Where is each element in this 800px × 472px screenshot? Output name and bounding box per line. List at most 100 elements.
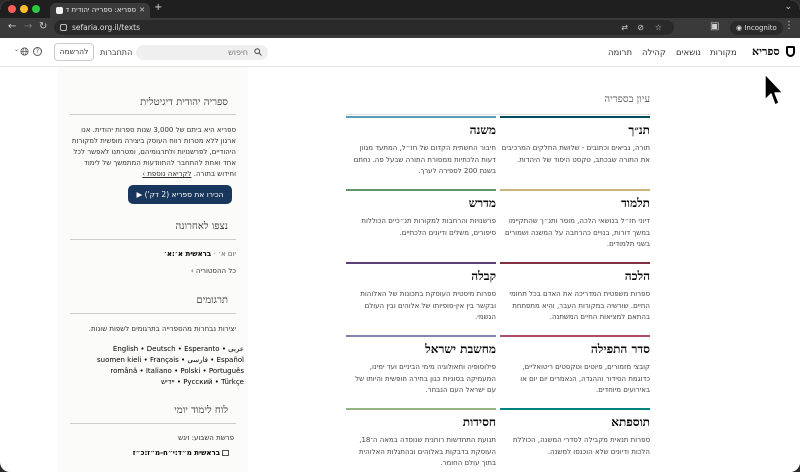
nav-item-topics[interactable]: נושאים: [676, 48, 701, 58]
help-icon[interactable]: ?: [33, 47, 42, 56]
category-card[interactable]: משנה חיבור התשתית הקדום של חז״ל, המתעד מג…: [346, 116, 496, 188]
category-card[interactable]: תנ״ך תורה, נביאים וכתובים - שלושת החלקים …: [500, 116, 650, 188]
search-placeholder: חיפוש: [228, 48, 248, 57]
bookmark-star-icon[interactable]: ☆: [655, 20, 662, 35]
parsha-label: פרשת השבוע: ויגש: [178, 434, 234, 442]
eye-off-icon[interactable]: ⊘: [637, 20, 644, 35]
category-title[interactable]: סדר התפילה: [591, 342, 650, 357]
category-title[interactable]: הלכה: [625, 269, 650, 284]
sefaria-favicon-icon: [56, 7, 63, 14]
language-links-row-1[interactable]: عربى • English • Deutsch • Esperanto: [70, 344, 244, 355]
login-link[interactable]: התחברות: [100, 48, 132, 57]
search-input[interactable]: חיפוש: [136, 45, 268, 60]
minimize-window-icon[interactable]: [20, 5, 28, 13]
tab-strip: ספריא: ספרייה יהודית דיגיטלית ✕ + ⌄: [0, 0, 800, 18]
forward-arrow-icon[interactable]: →: [24, 21, 32, 32]
browse-title: עיון בספריה: [604, 94, 650, 105]
recent-item-ref: בראשית א׳:א׳: [163, 250, 212, 258]
url-text: sefaria.org.il/texts: [72, 23, 140, 32]
divider: [70, 239, 236, 240]
category-description: תורה, נביאים וכתובים - שלושת החלקים המרכ…: [501, 144, 650, 164]
reload-icon[interactable]: ↻: [39, 21, 47, 32]
tab-search-chevron-icon[interactable]: ⌄: [784, 2, 792, 12]
recent-item-time: יום א׳ ·: [213, 250, 236, 258]
translate-icon[interactable]: ⇄: [621, 20, 628, 35]
category-card[interactable]: מחשבת ישראל פילוסופיה ותאולוגיה מימי הבינ…: [346, 335, 496, 407]
intro-video-button[interactable]: ▶ הכירו את ספריא (2 דק'): [128, 185, 232, 204]
history-link[interactable]: כל ההסטוריה ›: [70, 266, 236, 277]
category-color-bar: [346, 262, 496, 264]
tab-title: ספריא: ספרייה יהודית דיגיטלית: [66, 6, 136, 14]
category-title[interactable]: חסידות: [463, 415, 496, 430]
language-links-row-4[interactable]: Русский • Türkçe • יידיש: [70, 377, 244, 388]
category-description: ספרות משפטית המדריכה את האדם בכל תחומי ה…: [509, 290, 650, 321]
sidebar: ספריה יהודית דיגיטלית ספריא היא ביתם של …: [58, 67, 248, 472]
divider: [70, 114, 236, 115]
side-panel-icon[interactable]: ▣: [710, 21, 719, 32]
new-tab-button[interactable]: +: [154, 2, 162, 13]
category-title[interactable]: משנה: [470, 123, 496, 138]
browser-menu-icon[interactable]: ⋮: [784, 20, 794, 31]
category-title[interactable]: תנ״ך: [628, 123, 650, 138]
language-chevron-icon[interactable]: ⌄: [14, 46, 19, 53]
category-title[interactable]: תוספתא: [611, 415, 650, 430]
zoom-window-icon[interactable]: [32, 5, 40, 13]
logo-text: ספריא: [752, 45, 780, 58]
logo-mark-icon: [786, 46, 795, 57]
daily-learning-title: לוח לימוד יומי: [174, 405, 228, 416]
language-links-row-2[interactable]: Español • فارسی • suomen kieli • Françai…: [70, 355, 244, 366]
category-title[interactable]: תלמוד: [621, 196, 650, 211]
book-icon: [222, 450, 229, 456]
category-color-bar: [346, 408, 496, 410]
category-color-bar: [500, 262, 650, 264]
category-title[interactable]: קבלה: [471, 269, 496, 284]
nav-item-texts[interactable]: מקורות: [710, 48, 737, 58]
category-color-bar: [346, 189, 496, 191]
signup-button[interactable]: להרשמה: [54, 43, 94, 61]
divider: [70, 423, 236, 424]
category-card[interactable]: מדרש פרשנויות והרחבות למקורות תנ״כיים הכו…: [346, 189, 496, 261]
divider: [346, 114, 650, 115]
nav-item-donate[interactable]: תרומה: [608, 48, 632, 58]
divider: [70, 313, 236, 314]
category-card[interactable]: תוספתא ספרות תנאית מקבילה לסדרי המשנה, הכ…: [500, 408, 650, 472]
language-links-row-3[interactable]: română • Italiano • Polski • Português: [70, 366, 244, 377]
browser-window: ספריא: ספרייה יהודית דיגיטלית ✕ + ⌄ ← → …: [0, 0, 800, 472]
category-card[interactable]: חסידות תנועת התחדשות רוחנית שנוסדה במאה ה…: [346, 408, 496, 472]
globe-icon[interactable]: [20, 47, 29, 56]
category-color-bar: [500, 116, 650, 118]
category-description: דיוני חז״ל בנושאי הלכה, מוסר ותנ״ך שהתקי…: [505, 217, 650, 248]
url-bar[interactable]: sefaria.org.il/texts ⇄ ⊘ ☆: [54, 20, 674, 35]
category-title[interactable]: מחשבת ישראל: [425, 342, 496, 357]
category-color-bar: [346, 116, 496, 118]
site-header: ספריא מקורות נושאים קהילה תרומה חיפוש הת…: [0, 38, 800, 67]
close-tab-icon[interactable]: ✕: [139, 3, 145, 18]
site-info-icon[interactable]: [60, 24, 67, 31]
category-card[interactable]: תלמוד דיוני חז״ל בנושאי הלכה, מוסר ותנ״ך …: [500, 189, 650, 261]
category-description: תנועת התחדשות רוחנית שנוסדה במאה ה־18, ה…: [358, 436, 496, 467]
category-card[interactable]: סדר התפילה קובצי מזמורים, פיוטים וטקסטים …: [500, 335, 650, 407]
sefaria-logo[interactable]: ספריא: [752, 45, 795, 58]
browser-tab[interactable]: ספריא: ספרייה יהודית דיגיטלית ✕: [50, 3, 150, 18]
close-window-icon[interactable]: [8, 5, 16, 13]
category-card[interactable]: הלכה ספרות משפטית המדריכה את האדם בכל תחו…: [500, 262, 650, 334]
learn-more-link[interactable]: לקריאה נוספת ›: [142, 170, 191, 178]
category-title[interactable]: מדרש: [469, 196, 496, 211]
category-description: קובצי מזמורים, פיוטים וטקסטים ריטואליים,…: [520, 363, 650, 394]
library-title: ספריה יהודית דיגיטלית: [140, 97, 228, 108]
category-color-bar: [500, 335, 650, 337]
incognito-badge[interactable]: ◉ Incognito: [730, 21, 783, 35]
category-card[interactable]: קבלה ספרות מיסטית העוסקת בתכונות של האלוה…: [346, 262, 496, 334]
browse-panel: עיון בספריה תנ״ך תורה, נביאים וכתובים - ש…: [260, 67, 800, 472]
nav-item-community[interactable]: קהילה: [642, 48, 666, 58]
back-arrow-icon[interactable]: ←: [8, 21, 16, 32]
parsha-link[interactable]: בראשית מ״ד:י״ח-מ״ז:כ״ז: [70, 448, 220, 459]
incognito-label: Incognito: [744, 24, 777, 32]
intro-button-label: הכירו את ספריא (2 דק'): [144, 190, 224, 199]
recent-title: נצפו לאחרונה: [175, 221, 228, 232]
category-description: פילוסופיה ותאולוגיה מימי הביניים ועד ימי…: [355, 363, 496, 394]
address-toolbar: ← → ↻ sefaria.org.il/texts ⇄ ⊘ ☆ ▣ ◉ Inc…: [0, 18, 800, 38]
mouse-pointer-icon: [764, 73, 784, 106]
category-description: ספרות תנאית מקבילה לסדרי המשנה, הכוללת ה…: [512, 436, 650, 456]
recent-item[interactable]: יום א׳ · בראשית א׳:א׳: [70, 249, 236, 260]
